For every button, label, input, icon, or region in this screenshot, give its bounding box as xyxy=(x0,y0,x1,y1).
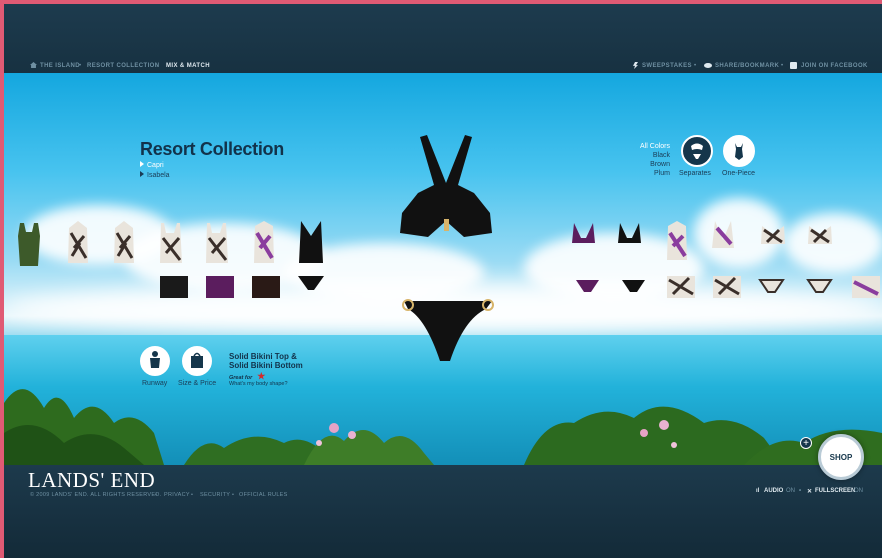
swatch-bottom[interactable] xyxy=(806,279,833,293)
bikini-icon xyxy=(691,143,703,159)
arrow-right-icon xyxy=(140,161,144,167)
swatch-top[interactable] xyxy=(572,223,595,243)
runway-button[interactable] xyxy=(140,346,170,376)
bikini-top-image[interactable] xyxy=(400,135,492,237)
swatch-bottom[interactable] xyxy=(160,276,188,298)
swatch-bottom[interactable] xyxy=(852,276,880,298)
footer-separator: • xyxy=(799,488,802,494)
breadcrumb-separator: • xyxy=(79,63,82,69)
product-title: Solid Bikini Top & Solid Bikini Bottom xyxy=(229,352,303,370)
breadcrumb-home[interactable]: THE ISLAND xyxy=(40,63,80,69)
color-filter-plum[interactable]: Plum xyxy=(654,170,670,177)
swatch-bottom[interactable] xyxy=(713,276,741,298)
swatch-top[interactable] xyxy=(761,226,785,244)
one-piece-label: One-Piece xyxy=(722,170,756,177)
swatch-top[interactable] xyxy=(712,221,734,248)
sweepstakes-link[interactable]: SWEEPSTAKES xyxy=(642,63,692,69)
collection-link-capri[interactable]: Capri xyxy=(140,161,164,169)
link-separator: • xyxy=(694,63,697,69)
swatch-top[interactable] xyxy=(299,221,323,263)
fullscreen-state[interactable]: ON xyxy=(854,488,863,494)
official-rules-link[interactable]: OFFICIAL RULES xyxy=(239,492,288,498)
shopping-bag-icon xyxy=(191,352,203,368)
footer-separator: • xyxy=(191,492,194,498)
swatch-top[interactable] xyxy=(206,223,228,263)
security-link[interactable]: SECURITY xyxy=(200,492,230,498)
copyright-text: © 2009 LANDS' END. ALL RIGHTS RESERVED. xyxy=(30,492,162,498)
collection-link-label: Isabela xyxy=(147,172,170,179)
swatch-top[interactable] xyxy=(160,223,182,263)
shop-button[interactable]: SHOP xyxy=(818,434,864,480)
selected-outfit-preview xyxy=(400,135,494,361)
breadcrumb-current: MIX & MATCH xyxy=(166,63,210,69)
sweepstakes-icon[interactable] xyxy=(633,62,638,69)
swatch-top[interactable] xyxy=(667,221,687,260)
app-frame: THE ISLAND • RESORT COLLECTION › MIX & M… xyxy=(4,4,882,558)
swatch-top[interactable] xyxy=(68,221,88,263)
audio-label[interactable]: AUDIO xyxy=(764,488,783,494)
swatch-top[interactable] xyxy=(114,221,134,263)
breadcrumb-separator: › xyxy=(156,63,158,69)
top-bar: THE ISLAND • RESORT COLLECTION › MIX & M… xyxy=(4,4,882,73)
swatch-top[interactable] xyxy=(808,226,832,244)
runway-label: Runway xyxy=(142,380,168,387)
swatch-bottom[interactable] xyxy=(622,280,645,292)
swatch-top[interactable] xyxy=(618,223,641,243)
breadcrumb-collection[interactable]: RESORT COLLECTION xyxy=(87,63,159,69)
swatch-bottom[interactable] xyxy=(667,276,695,298)
product-title-line: Solid Bikini Top & xyxy=(229,352,297,361)
share-bookmark-link[interactable]: SHARE/BOOKMARK xyxy=(715,63,779,69)
swatch-bottom[interactable] xyxy=(252,276,280,298)
color-filter-brown[interactable]: Brown xyxy=(650,161,670,168)
swatch-top[interactable] xyxy=(18,223,40,266)
left-swatch-grid xyxy=(18,221,324,298)
model-icon xyxy=(150,351,160,368)
link-separator: • xyxy=(781,63,784,69)
star-icon: ★ xyxy=(257,371,266,381)
audio-state[interactable]: ON xyxy=(786,488,795,494)
facebook-icon[interactable] xyxy=(790,62,797,69)
privacy-link[interactable]: PRIVACY xyxy=(164,492,190,498)
facebook-link[interactable]: JOIN ON FACEBOOK xyxy=(801,63,868,69)
foliage-illustration xyxy=(4,389,882,465)
product-title-line: Solid Bikini Bottom xyxy=(229,361,303,370)
swatch-top[interactable] xyxy=(254,221,274,263)
footer-separator: • xyxy=(155,492,158,498)
fullscreen-icon[interactable]: ✕ xyxy=(807,488,812,495)
separates-label: Separates xyxy=(679,170,711,177)
body-shape-link[interactable]: What's my body shape? xyxy=(229,381,288,387)
lands-end-logo[interactable]: LANDS' END xyxy=(28,468,155,493)
swatch-bottom[interactable] xyxy=(576,280,599,292)
arrow-right-icon xyxy=(140,171,144,177)
size-price-label: Size & Price xyxy=(178,380,217,387)
swatch-bottom[interactable] xyxy=(206,276,234,298)
right-swatch-grid xyxy=(572,221,880,298)
color-filter-all[interactable]: All Colors xyxy=(640,143,670,150)
mix-match-stage: Resort Collection Capri Isabela All Colo… xyxy=(4,73,882,465)
fullscreen-label[interactable]: FULLSCREEN xyxy=(815,488,855,494)
collection-title: Resort Collection xyxy=(140,139,284,159)
audio-icon[interactable]: ıl xyxy=(756,488,759,494)
one-piece-button[interactable] xyxy=(723,135,755,167)
collection-link-isabela[interactable]: Isabela xyxy=(140,171,170,179)
share-icon[interactable] xyxy=(704,63,712,68)
home-icon[interactable] xyxy=(30,62,37,68)
swatch-bottom[interactable] xyxy=(298,276,324,290)
color-filter-black[interactable]: Black xyxy=(653,152,670,159)
shop-plus-icon[interactable]: + xyxy=(800,437,812,449)
swatch-bottom[interactable] xyxy=(758,279,785,293)
collection-link-label: Capri xyxy=(147,162,164,169)
swimsuit-icon xyxy=(735,143,743,160)
size-price-button[interactable] xyxy=(182,346,212,376)
bikini-bottom-image[interactable] xyxy=(402,299,494,361)
separates-button[interactable] xyxy=(681,135,713,167)
footer-separator: • xyxy=(232,492,235,498)
footer: LANDS' END © 2009 LANDS' END. ALL RIGHTS… xyxy=(4,465,882,558)
